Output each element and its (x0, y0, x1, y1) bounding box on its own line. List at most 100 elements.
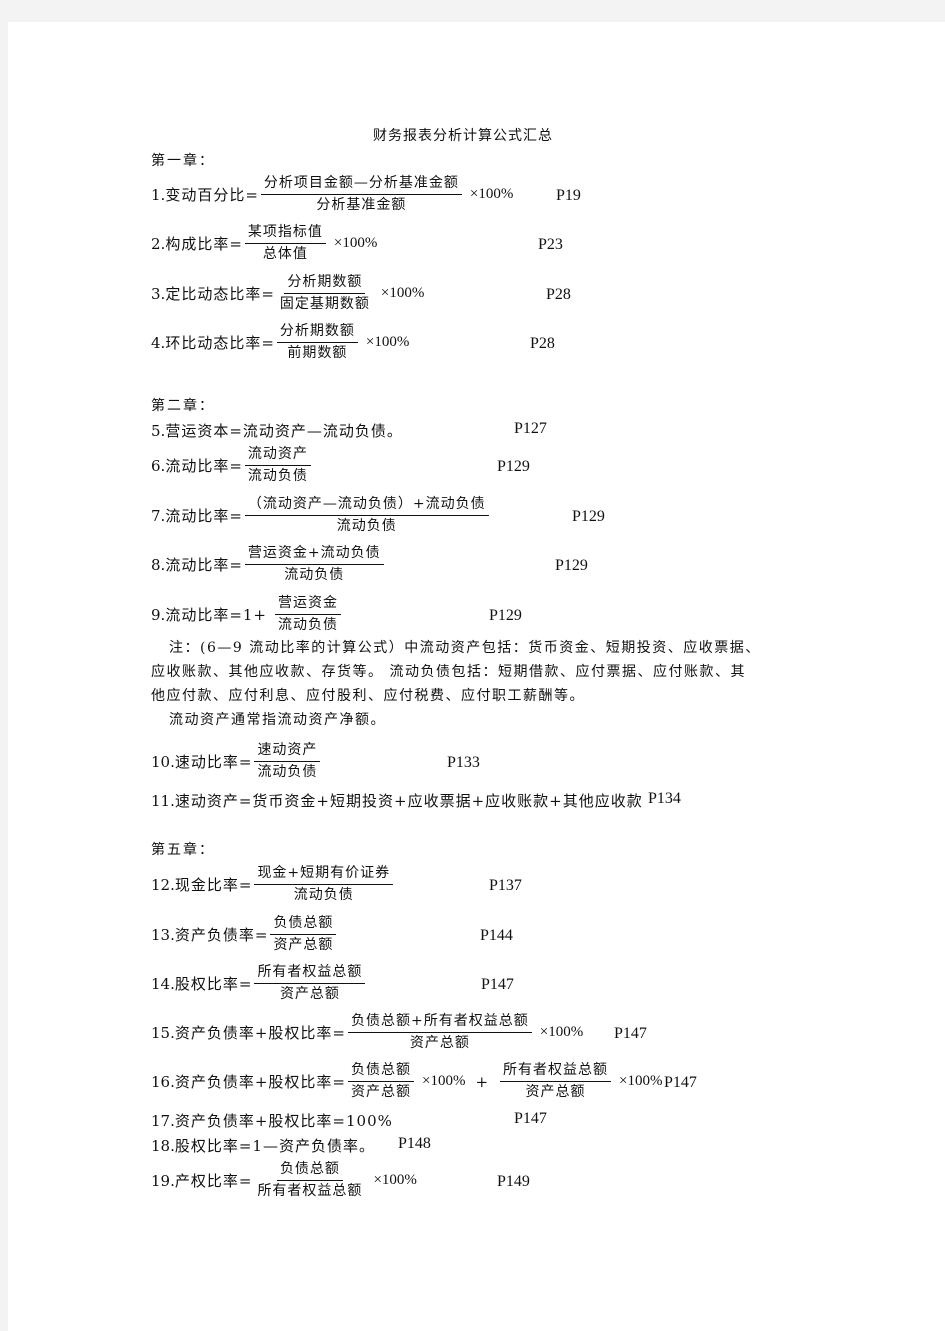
note-line: 注：(6—9 流动比率的计算公式）中流动资产包括：货币资金、短期投资、应收票据、 (169, 640, 761, 656)
formula-number: 15. (151, 1023, 175, 1042)
formula-name: 资产负债率+股权比率= (174, 1024, 346, 1042)
numerator: 营运资金 (275, 594, 341, 615)
denominator: 资产总额 (525, 1084, 586, 1100)
formula-15: 15. 资产负债率+股权比率= 负债总额+所有者权益总额 资产总额 ×100% (151, 1012, 583, 1053)
formula-number: 7. (151, 506, 166, 525)
page-ref: P129 (572, 508, 605, 525)
fraction: 流动资产 流动负债 (244, 445, 311, 486)
numerator: 负债总额 (270, 914, 337, 935)
fraction: 所有者权益总额 资产总额 (500, 1061, 612, 1102)
fraction: 负债总额+所有者权益总额 资产总额 (348, 1012, 532, 1053)
formula-number: 14. (151, 974, 175, 993)
page-ref: P129 (489, 607, 522, 624)
numerator: 负债总额 (348, 1061, 414, 1082)
document-title: 财务报表分析计算公式汇总 (373, 128, 553, 144)
formula-9: 9. 流动比率=1+ 营运资金 流动负债 (151, 594, 343, 635)
page-ref: P28 (546, 286, 571, 303)
formula-name: 速动比率= (174, 753, 253, 771)
formula-number: 17. (151, 1111, 175, 1130)
multiplier: ×100% (365, 334, 410, 350)
fraction: 分析期数额 固定基期数额 (277, 273, 373, 314)
page-ref: P28 (530, 335, 555, 352)
formula-name: 变动百分比= (165, 186, 259, 204)
formula-name: 流动比率= (165, 556, 243, 574)
fraction: 负债总额 资产总额 (348, 1061, 414, 1102)
numerator: 分析项目金额—分析基准金额 (260, 174, 462, 195)
formula-name: 环比动态比率= (165, 334, 275, 352)
denominator: 固定基期数额 (279, 296, 370, 312)
formula-number: 1. (151, 185, 166, 204)
formula-text: 资产负债率+股权比率=100% (174, 1112, 393, 1130)
denominator: 前期数额 (287, 345, 348, 361)
formula-4: 4. 环比动态比率= 分析期数额 前期数额 ×100% (151, 322, 409, 363)
numerator: 负债总额 (276, 1160, 343, 1181)
formula-name: 股权比率= (174, 975, 253, 993)
fraction: 所有者权益总额 资产总额 (254, 963, 366, 1004)
formula-5: 5. 营运资本=流动资产—流动负债。 (151, 420, 403, 441)
denominator: 资产总额 (279, 986, 340, 1002)
numerator: 所有者权益总额 (254, 963, 366, 984)
formula-number: 3. (151, 284, 166, 303)
formula-name: 资产负债率+股权比率= (174, 1073, 346, 1091)
denominator: 流动负债 (257, 764, 318, 780)
formula-name: 资产负债率= (174, 926, 269, 944)
formula-number: 2. (151, 234, 166, 253)
page-ref: P144 (480, 927, 513, 944)
note-line: 应收账款、其他应收款、存货等。 流动负债包括：短期借款、应付票据、应付账款、其 (151, 664, 746, 680)
chapter-heading: 第五章： (151, 842, 215, 858)
formula-16: 16. 资产负债率+股权比率= 负债总额 资产总额 ×100% + 所有者权益总… (151, 1061, 663, 1102)
formula-17: 17. 资产负债率+股权比率=100% (151, 1110, 393, 1131)
numerator: 流动资产 (244, 445, 311, 466)
fraction: 分析项目金额—分析基准金额 分析基准金额 (260, 174, 462, 215)
formula-10: 10. 速动比率= 速动资产 流动负债 (151, 741, 322, 782)
denominator: 资产总额 (409, 1035, 470, 1051)
denominator: 总体值 (262, 246, 308, 262)
formula-number: 6. (151, 456, 166, 475)
formula-number: 16. (151, 1072, 175, 1091)
formula-text: 速动资产=货币资金+短期投资+应收票据+应收账款+其他应收款 (174, 792, 643, 810)
multiplier: ×100% (469, 186, 514, 202)
note-line: 他应付款、应付利息、应付股利、应付税费、应付职工薪酬等。 (151, 688, 585, 704)
formula-number: 19. (151, 1171, 175, 1190)
numerator: 现金+短期有价证券 (254, 864, 394, 885)
formula-number: 11. (151, 791, 175, 810)
page-ref: P147 (664, 1074, 697, 1091)
formula-1: 1. 变动百分比= 分析项目金额—分析基准金额 分析基准金额 ×100% (151, 174, 513, 215)
multiplier: ×100% (373, 1172, 417, 1188)
chapter-heading: 第二章： (151, 398, 215, 414)
page-ref: P147 (514, 1110, 547, 1127)
page-ref: P147 (614, 1025, 647, 1042)
denominator: 分析基准金额 (316, 197, 407, 213)
formula-number: 9. (151, 605, 166, 624)
denominator: 流动负债 (278, 617, 338, 633)
formula-name: 流动比率=1+ (165, 606, 267, 624)
note-line: 流动资产通常指流动资产净额。 (169, 712, 386, 728)
fraction: 分析期数额 前期数额 (276, 322, 358, 363)
multiplier: ×100% (380, 285, 425, 301)
page-ref: P149 (497, 1173, 530, 1190)
numerator: （流动资产—流动负债）+流动负债 (244, 495, 489, 516)
document-page: 财务报表分析计算公式汇总 第一章： 1. 变动百分比= 分析项目金额—分析基准金… (8, 22, 945, 1331)
formula-number: 12. (151, 875, 175, 894)
fraction: 营运资金 流动负债 (275, 594, 341, 635)
fraction: （流动资产—流动负债）+流动负债 流动负债 (244, 495, 489, 536)
fraction: 负债总额 资产总额 (270, 914, 337, 955)
multiplier: ×100% (422, 1073, 466, 1089)
formula-name: 现金比率= (174, 876, 253, 894)
page-ref: P23 (538, 236, 563, 253)
page-ref: P134 (648, 790, 681, 807)
formula-19: 19. 产权比率= 负债总额 所有者权益总额 ×100% (151, 1160, 417, 1201)
page-ref: P129 (555, 557, 588, 574)
formula-7: 7. 流动比率= （流动资产—流动负债）+流动负债 流动负债 (151, 495, 491, 536)
formula-number: 10. (151, 752, 175, 771)
formula-text: 股权比率=1—资产负债率。 (174, 1137, 375, 1155)
numerator: 分析期数额 (276, 322, 358, 343)
page-ref: P133 (447, 754, 480, 771)
numerator: 所有者权益总额 (500, 1061, 612, 1082)
formula-3: 3. 定比动态比率= 分析期数额 固定基期数额 ×100% (151, 273, 424, 314)
formula-2: 2. 构成比率= 某项指标值 总体值 ×100% (151, 223, 377, 264)
denominator: 流动负债 (247, 468, 308, 484)
note-block: 注：(6—9 流动比率的计算公式）中流动资产包括：货币资金、短期投资、应收票据、… (151, 636, 761, 732)
formula-12: 12. 现金比率= 现金+短期有价证券 流动负债 (151, 864, 395, 905)
numerator: 分析期数额 (284, 273, 366, 294)
